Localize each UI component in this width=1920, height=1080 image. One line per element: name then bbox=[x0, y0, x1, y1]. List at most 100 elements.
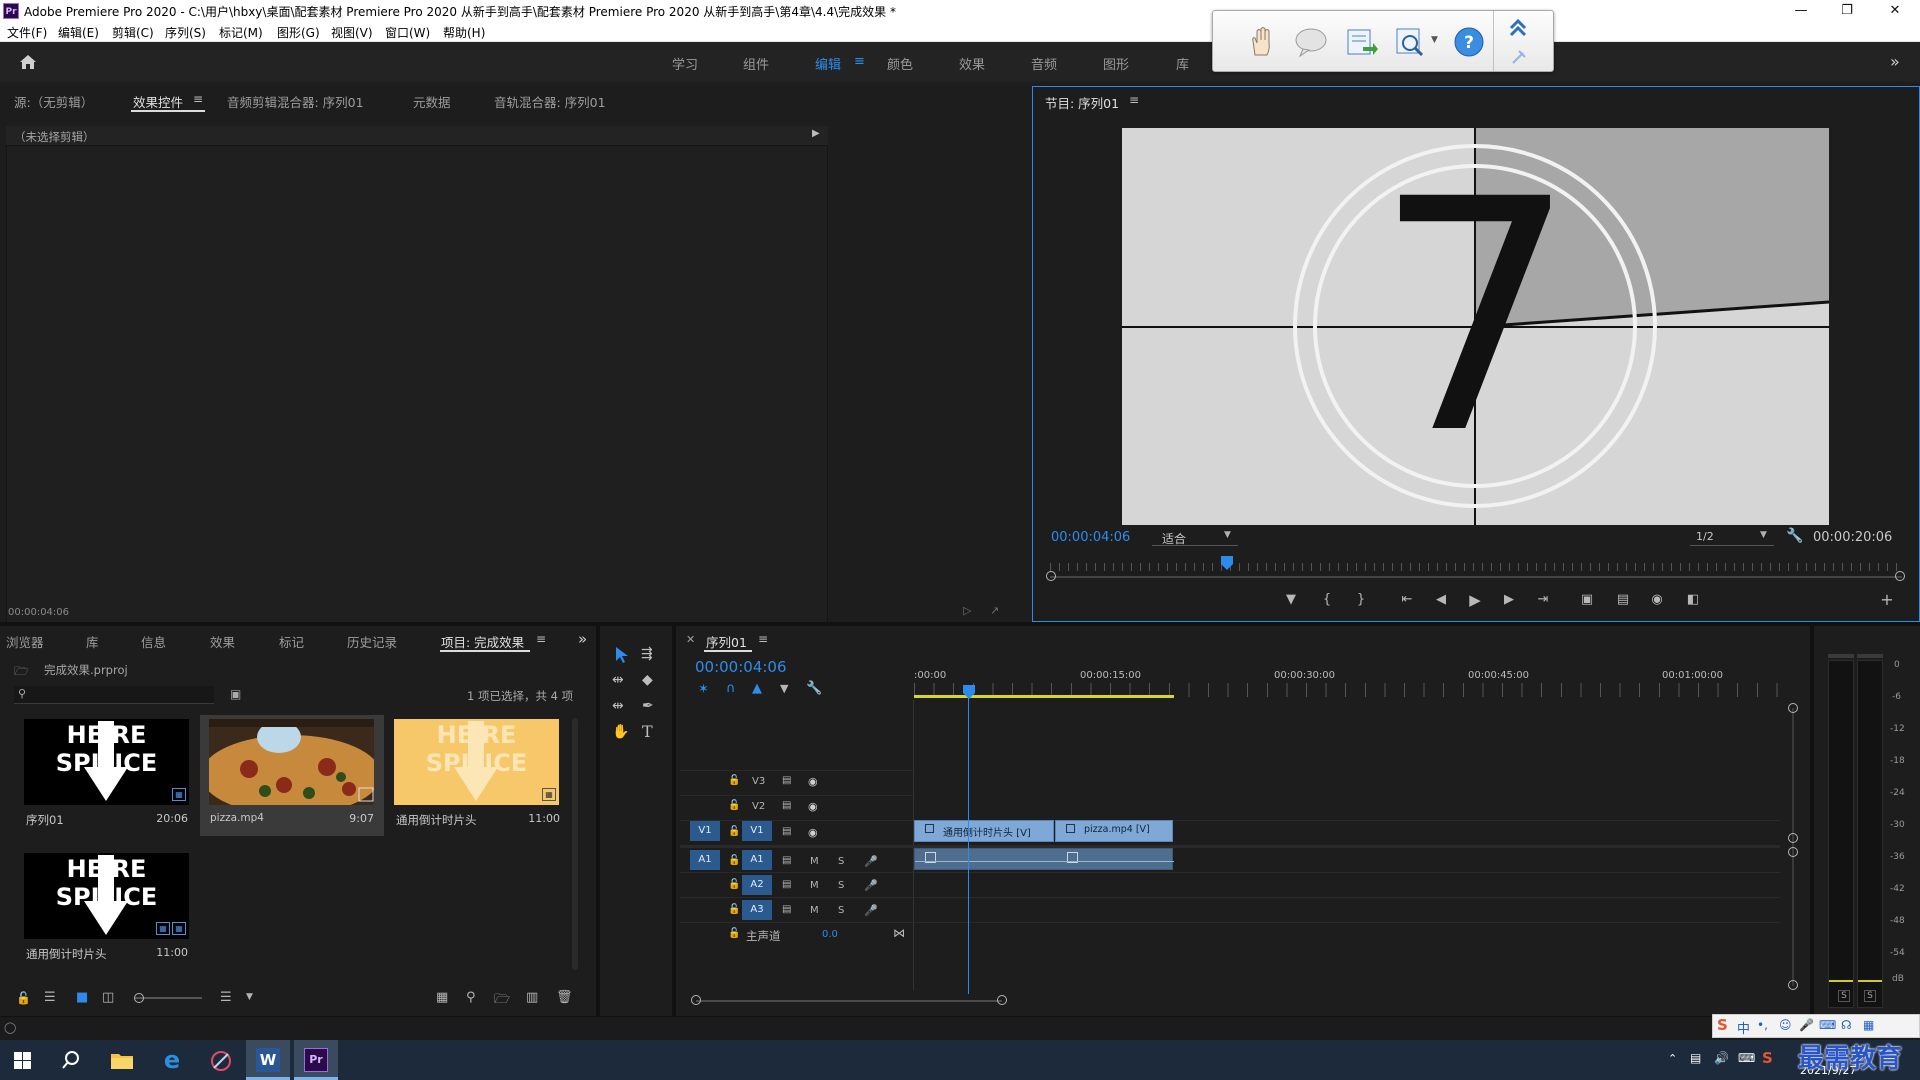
eye-icon[interactable]: ◉ bbox=[808, 800, 818, 813]
minimize-button[interactable]: — bbox=[1778, 0, 1824, 22]
word-taskbar-item[interactable]: W bbox=[246, 1040, 290, 1080]
workspace-assembly[interactable]: 组件 bbox=[743, 54, 769, 73]
sync-lock-icon[interactable]: ▤ bbox=[782, 775, 791, 786]
hscroll-handle-right[interactable] bbox=[997, 995, 1007, 1005]
thumbnail-sequence[interactable]: HE RE SPL ICE ▦ bbox=[24, 719, 189, 805]
sequence-tab-title[interactable]: 序列01 bbox=[706, 632, 747, 651]
comment-icon[interactable] bbox=[1293, 25, 1329, 59]
menu-marker[interactable]: 标记(M) bbox=[219, 24, 263, 41]
clip-countdown-video[interactable]: 通用倒计时片头 [V] bbox=[914, 820, 1054, 842]
track-target-a3[interactable]: A3 bbox=[742, 900, 772, 920]
master-volume-value[interactable]: 0.0 bbox=[822, 929, 838, 940]
tab-source[interactable]: 源:（无剪辑） bbox=[14, 92, 93, 111]
tab-browser[interactable]: 浏览器 bbox=[6, 632, 44, 651]
ime-keyboard-icon[interactable]: ⌨ bbox=[1819, 1018, 1836, 1032]
menu-window[interactable]: 窗口(W) bbox=[385, 24, 430, 41]
lock-icon[interactable]: 🔓 bbox=[728, 855, 740, 866]
tab-audio-track-mixer[interactable]: 音轨混合器: 序列01 bbox=[494, 92, 606, 111]
pin-icon[interactable] bbox=[1509, 47, 1529, 67]
vscroll-handle-mid-2[interactable] bbox=[1788, 847, 1798, 857]
selection-tool-icon[interactable] bbox=[614, 646, 630, 664]
collapse-up-icon[interactable] bbox=[1507, 17, 1529, 39]
thumbnail-countdown-2[interactable]: HE RE SPL ICE ▦ ▦ bbox=[24, 853, 189, 939]
solo-button[interactable]: S bbox=[838, 905, 844, 916]
fit-dropdown[interactable]: 适合 ▼ bbox=[1152, 528, 1238, 546]
menu-clip[interactable]: 剪辑(C) bbox=[112, 24, 154, 41]
project-scrollbar[interactable] bbox=[572, 718, 578, 970]
sort-icon[interactable]: ☰ bbox=[220, 990, 232, 1005]
emoji-icon[interactable]: ☺ bbox=[1779, 1018, 1792, 1032]
mark-in-button[interactable]: { bbox=[1316, 590, 1338, 610]
hscroll-handle-left[interactable] bbox=[691, 995, 701, 1005]
eye-icon[interactable]: ◉ bbox=[808, 826, 818, 839]
timeline-horizontal-scrollbar[interactable] bbox=[696, 1000, 1002, 1002]
workspace-menu-icon[interactable]: ≡ bbox=[854, 54, 865, 69]
tab-menu-icon[interactable]: ≡ bbox=[758, 632, 768, 646]
timeline-playhead-head[interactable] bbox=[962, 685, 976, 699]
workspace-overflow-icon[interactable]: » bbox=[1890, 52, 1900, 71]
close-window-button[interactable]: ✕ bbox=[1872, 0, 1918, 22]
pen-tool-icon[interactable]: ✒ bbox=[642, 698, 654, 714]
lock-icon[interactable]: 🔓 bbox=[728, 879, 740, 890]
vscroll-handle-bottom[interactable] bbox=[1788, 980, 1798, 990]
solo-button[interactable]: S bbox=[838, 856, 844, 867]
tab-info[interactable]: 信息 bbox=[141, 632, 166, 651]
tab-libraries[interactable]: 库 bbox=[86, 632, 99, 651]
nest-toggle-icon[interactable]: ✶ bbox=[698, 682, 709, 697]
language-icon[interactable]: ⌨ bbox=[1738, 1051, 1755, 1065]
microphone-icon[interactable]: 🎤 bbox=[864, 904, 878, 917]
solo-left-button[interactable]: S bbox=[1838, 990, 1850, 1002]
zoom-slider-handle[interactable] bbox=[134, 993, 144, 1003]
scrubber-start-handle[interactable] bbox=[1046, 571, 1056, 581]
track-target-v1[interactable]: V1 bbox=[742, 821, 772, 841]
hand-tool-icon[interactable] bbox=[1243, 25, 1279, 59]
workspace-editing[interactable]: 编辑 bbox=[815, 54, 841, 73]
volume-icon[interactable]: 🔊 bbox=[1714, 1051, 1729, 1065]
menu-view[interactable]: 视图(V) bbox=[331, 24, 373, 41]
tab-markers[interactable]: 标记 bbox=[279, 632, 304, 651]
solo-right-button[interactable]: S bbox=[1864, 990, 1876, 1002]
step-back-button[interactable]: ◀ bbox=[1430, 590, 1452, 610]
sogou-tray-icon[interactable]: S bbox=[1762, 1049, 1773, 1067]
tab-menu-icon[interactable]: ≡ bbox=[536, 632, 546, 646]
source-patch-a1[interactable]: A1 bbox=[690, 850, 720, 870]
timeline-settings-wrench-icon[interactable]: 🔧 bbox=[806, 681, 822, 696]
program-playhead[interactable] bbox=[1221, 556, 1234, 570]
zoom-slider[interactable] bbox=[134, 997, 202, 999]
program-menu-icon[interactable]: ≡ bbox=[1129, 93, 1139, 107]
tab-audio-clip-mixer[interactable]: 音频剪辑混合器: 序列01 bbox=[227, 92, 364, 111]
comparison-view-button[interactable]: ◧ bbox=[1682, 590, 1704, 610]
mute-button[interactable]: M bbox=[810, 856, 819, 867]
edge-browser-icon[interactable]: e bbox=[160, 1048, 184, 1072]
new-bin-icon[interactable]: 🗁 bbox=[494, 990, 510, 1012]
menu-graphics[interactable]: 图形(G) bbox=[277, 24, 320, 41]
export-document-icon[interactable] bbox=[1343, 25, 1379, 59]
menu-help[interactable]: 帮助(H) bbox=[443, 24, 485, 41]
ime-language-indicator[interactable]: 中 bbox=[1737, 1018, 1750, 1037]
restore-button[interactable]: ❐ bbox=[1824, 0, 1870, 22]
tab-menu-icon[interactable]: ≡ bbox=[193, 92, 203, 106]
lock-icon[interactable]: 🔓 bbox=[16, 991, 31, 1005]
sync-lock-icon[interactable]: ▤ bbox=[782, 879, 791, 890]
mute-button[interactable]: M bbox=[810, 905, 819, 916]
add-marker-icon[interactable]: ▼ bbox=[780, 682, 788, 695]
vscroll-handle-top[interactable] bbox=[1788, 703, 1798, 713]
sync-lock-icon[interactable]: ▤ bbox=[782, 855, 791, 866]
search-icon[interactable] bbox=[62, 1051, 80, 1069]
go-to-in-button[interactable]: ⇤ bbox=[1396, 590, 1418, 610]
microphone-icon[interactable]: 🎤 bbox=[864, 879, 878, 892]
settings-wrench-icon[interactable]: 🔧 bbox=[1786, 528, 1803, 544]
show-hidden-icons-icon[interactable]: ⌃ bbox=[1668, 1052, 1677, 1065]
tab-metadata[interactable]: 元数据 bbox=[413, 92, 451, 111]
thumbnail-countdown-1[interactable]: HE RE SPL ICE ▦ bbox=[394, 719, 559, 805]
lift-button[interactable]: ▣ bbox=[1576, 590, 1598, 610]
export-frame-icon[interactable]: ↗ bbox=[990, 604, 999, 617]
new-bin-from-search-icon[interactable]: ▣ bbox=[230, 687, 241, 701]
chevron-down-icon[interactable]: ▼ bbox=[246, 992, 253, 1002]
ime-voice-icon[interactable]: 🎤 bbox=[1799, 1018, 1814, 1032]
workspace-library[interactable]: 库 bbox=[1176, 54, 1189, 73]
ime-skin-icon[interactable]: ☊ bbox=[1841, 1018, 1852, 1032]
panel-overflow-icon[interactable]: » bbox=[578, 630, 587, 648]
program-current-timecode[interactable]: 00:00:04:06 bbox=[1051, 530, 1130, 545]
close-sequence-icon[interactable]: ✕ bbox=[686, 633, 695, 646]
